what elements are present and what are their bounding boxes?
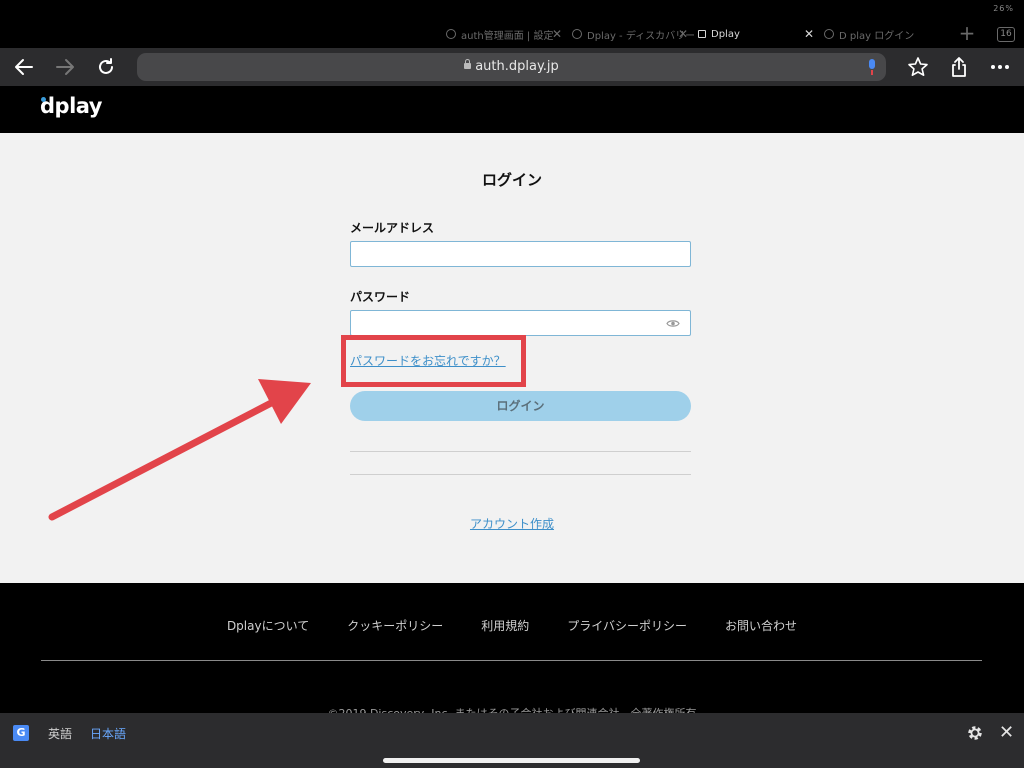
tab-title: auth管理画面 | 設定 [461, 30, 554, 42]
status-bar: 26% [0, 0, 1024, 20]
gear-icon[interactable] [966, 724, 984, 742]
tab-1[interactable]: auth管理画面 | 設定 ✕ [440, 22, 568, 46]
tab-favicon-icon [698, 30, 706, 38]
tab-title: Dplay [711, 28, 740, 40]
create-account-container: アカウント作成 [0, 515, 1024, 532]
footer-divider [41, 660, 982, 661]
battery-percent: 26% [993, 4, 1014, 13]
source-language-option[interactable]: 英語 [48, 725, 72, 742]
footer-link-about[interactable]: Dplayについて [227, 617, 309, 634]
battery-indicator: 26% [993, 4, 1014, 13]
footer-links: Dplayについて クッキーポリシー 利用規約 プライバシーポリシー お問い合わ… [0, 617, 1024, 634]
url-text: auth.dplay.jp [475, 59, 559, 74]
create-account-link[interactable]: アカウント作成 [470, 517, 554, 531]
tab-count-button[interactable]: 16 [997, 27, 1015, 42]
forward-icon[interactable] [52, 54, 78, 80]
new-tab-icon[interactable]: + [955, 22, 979, 46]
tab-title: D play ログイン [839, 30, 915, 42]
share-icon[interactable] [946, 54, 972, 80]
show-password-eye-icon[interactable] [666, 319, 680, 328]
tab-favicon-icon [446, 29, 456, 39]
back-icon[interactable] [11, 54, 37, 80]
tab-favicon-icon [824, 29, 834, 39]
reload-icon[interactable] [93, 54, 119, 80]
home-indicator[interactable] [383, 758, 640, 763]
tab-2[interactable]: Dplay - ディスカバリー ✕ [566, 22, 694, 46]
tab-strip: auth管理画面 | 設定 ✕ Dplay - ディスカバリー ✕ Dplay … [0, 22, 1024, 46]
browser-toolbar: auth.dplay.jp [0, 48, 1024, 86]
password-field[interactable] [350, 310, 691, 336]
translate-bar: G 英語 日本語 ✕ [0, 713, 1024, 768]
footer-link-contact[interactable]: お問い合わせ [725, 617, 797, 634]
lock-icon [464, 59, 472, 69]
divider [350, 474, 691, 475]
bookmark-star-icon[interactable] [905, 54, 931, 80]
tab-close-icon[interactable]: ✕ [804, 27, 814, 41]
email-field[interactable] [350, 241, 691, 267]
footer-link-cookie-policy[interactable]: クッキーポリシー [347, 617, 443, 634]
dplay-logo[interactable]: dplay [40, 94, 102, 118]
tab-favicon-icon [572, 29, 582, 39]
footer-link-terms[interactable]: 利用規約 [481, 617, 529, 634]
address-bar[interactable]: auth.dplay.jp [137, 53, 886, 81]
tab-3-active[interactable]: Dplay ✕ [692, 22, 820, 46]
microphone-icon[interactable] [868, 59, 876, 75]
google-translate-icon: G [13, 725, 29, 741]
more-menu-icon[interactable] [987, 54, 1013, 80]
page-title: ログイン [481, 171, 542, 189]
site-header: dplay [0, 86, 1024, 133]
divider [350, 451, 691, 452]
close-icon[interactable]: ✕ [999, 722, 1014, 743]
annotation-highlight-box [341, 335, 526, 387]
tab-close-icon[interactable]: ✕ [678, 27, 688, 41]
footer-link-privacy-policy[interactable]: プライバシーポリシー [567, 617, 687, 634]
tab-4[interactable]: D play ログイン [818, 22, 946, 46]
login-panel: ログイン メールアドレス パスワード パスワードをお忘れですか？ ログイン アカ… [0, 133, 1024, 583]
tab-close-icon[interactable]: ✕ [552, 27, 562, 41]
logo-dot-icon [41, 97, 46, 102]
target-language-option[interactable]: 日本語 [90, 725, 126, 742]
email-label: メールアドレス [350, 221, 435, 235]
password-label: パスワード [350, 290, 411, 304]
login-button[interactable]: ログイン [350, 391, 691, 421]
site-footer: Dplayについて クッキーポリシー 利用規約 プライバシーポリシー お問い合わ… [0, 583, 1024, 720]
